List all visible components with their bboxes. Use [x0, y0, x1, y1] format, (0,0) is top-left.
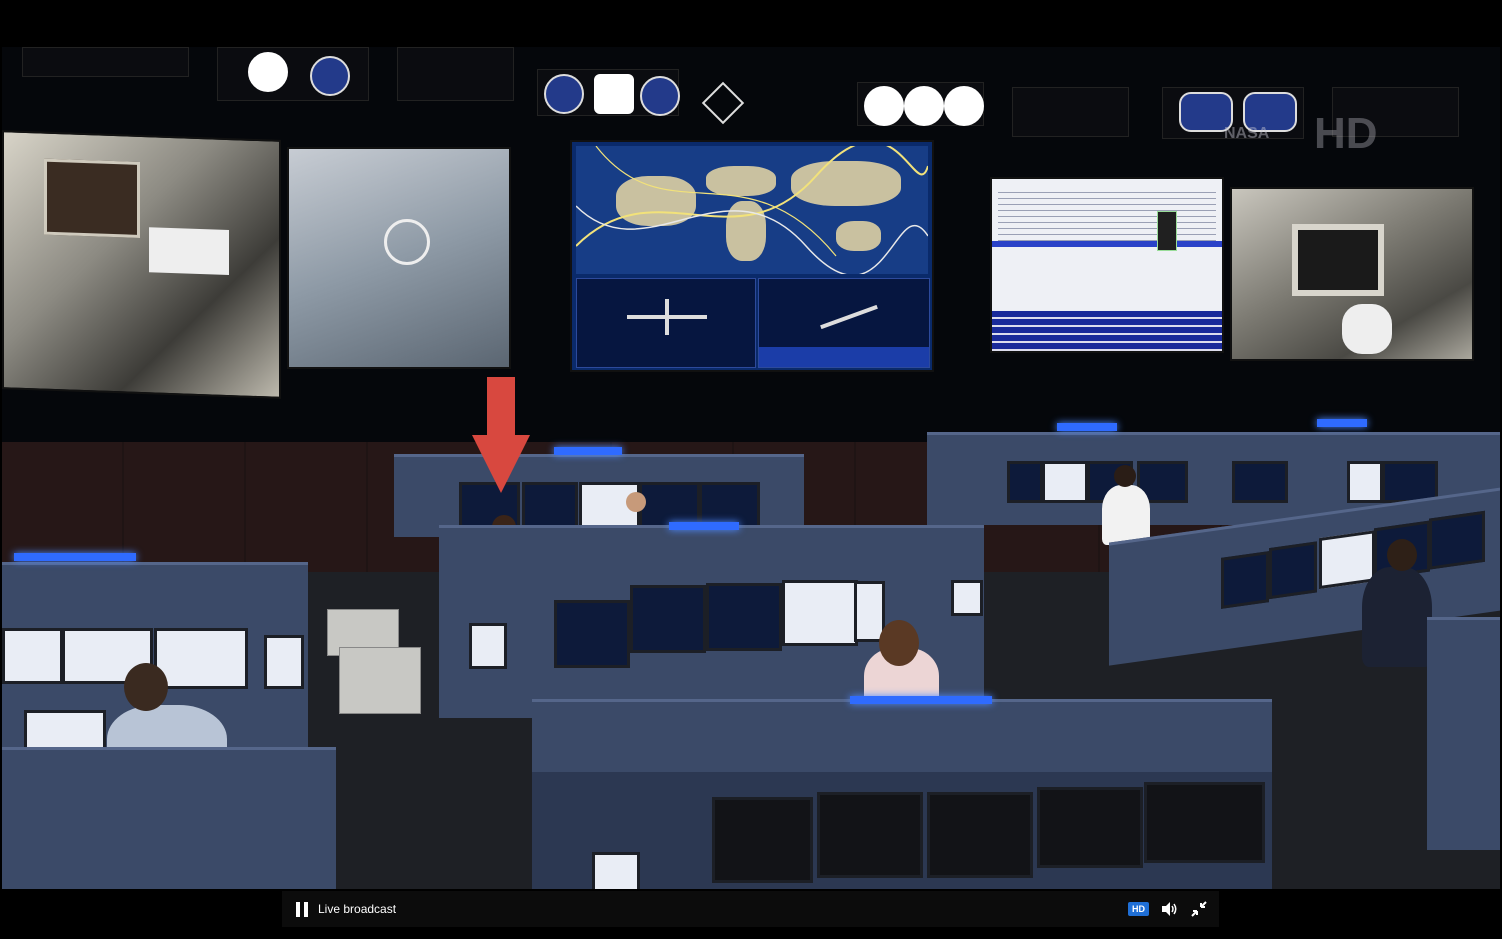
printer	[339, 647, 421, 714]
console-monitor	[1429, 510, 1485, 570]
console-monitor	[1221, 551, 1269, 609]
telemetry-data-display	[990, 177, 1224, 353]
pause-icon	[294, 901, 310, 917]
mission-patch-icon	[944, 86, 984, 126]
volume-icon	[1162, 902, 1177, 916]
console-monitor	[1144, 782, 1265, 863]
agency-logo	[310, 56, 350, 96]
console-monitor	[469, 623, 507, 669]
console-monitor	[782, 580, 858, 646]
mission-patch-icon	[904, 86, 944, 126]
video-frame: NASA HD Live broadcast HD	[0, 0, 1502, 939]
console-monitor	[817, 792, 923, 878]
timer-display-mid	[397, 47, 514, 101]
console-monitor	[1319, 530, 1375, 590]
console-monitor	[706, 583, 782, 651]
console-nameplate	[850, 696, 992, 704]
console-monitor	[712, 797, 813, 883]
console-monitor	[1232, 461, 1288, 503]
front-left-console	[2, 747, 336, 889]
pause-button[interactable]	[292, 899, 312, 919]
agency-logo	[594, 74, 634, 114]
console-monitor	[554, 600, 630, 668]
console-monitor	[630, 585, 706, 653]
operator-head	[879, 620, 919, 666]
fullscreen-exit-icon	[1191, 901, 1207, 917]
agency-logo	[640, 76, 680, 116]
console-monitor	[1042, 461, 1088, 503]
station-attitude-view-2	[758, 278, 930, 368]
console-monitor	[264, 635, 304, 689]
console-nameplate	[1057, 423, 1117, 431]
timer-display-left	[22, 47, 189, 77]
world-map	[576, 146, 928, 274]
station-attitude-view-1	[576, 278, 756, 368]
live-broadcast-label: Live broadcast	[318, 902, 397, 916]
fullscreen-button[interactable]	[1189, 899, 1209, 919]
status-gauge-icon	[1157, 211, 1177, 251]
ground-track-map-display	[570, 140, 934, 372]
console-monitor	[2, 628, 63, 684]
nasa-logo	[544, 74, 584, 114]
console-nameplate	[1317, 419, 1367, 427]
timer-display-right	[1012, 87, 1129, 137]
operator	[1362, 567, 1432, 667]
operator-head	[1114, 465, 1136, 487]
logo-board-center	[537, 69, 680, 116]
red-arrow-pointer	[487, 377, 515, 437]
volume-button[interactable]	[1159, 899, 1179, 919]
agency-logo	[248, 52, 288, 92]
console-monitor	[1037, 787, 1143, 868]
console-monitor	[1269, 541, 1317, 600]
station-camera-feed-2	[287, 147, 511, 369]
hd-quality-button[interactable]: HD	[1128, 902, 1149, 916]
front-wall: NASA HD	[2, 47, 1500, 442]
console-monitor	[592, 852, 640, 889]
console-monitor	[927, 792, 1033, 878]
console-monitor	[154, 628, 248, 689]
front-console	[532, 696, 1272, 889]
left-console-oso	[2, 553, 308, 790]
operator-head	[124, 663, 168, 711]
video-player-controls: Live broadcast HD	[282, 891, 1219, 927]
hd-watermark: HD	[1314, 109, 1378, 158]
station-camera-feed-3	[1230, 187, 1474, 361]
red-arrow-pointer-head	[472, 435, 530, 493]
nasa-watermark: NASA	[1224, 125, 1270, 142]
console-nameplate-oso	[14, 553, 136, 561]
operator	[626, 492, 646, 512]
middle-console-ise	[439, 522, 984, 718]
mission-control-logo	[701, 81, 837, 125]
far-right-console	[1427, 617, 1500, 850]
console-monitor	[1007, 461, 1043, 503]
station-camera-feed-1	[2, 130, 281, 399]
logo-board-left	[217, 47, 369, 101]
orbit-track-lines	[576, 146, 928, 274]
mission-patch-icon	[864, 86, 904, 126]
operator	[1102, 485, 1150, 545]
operator-head	[1387, 539, 1417, 571]
live-video-feed[interactable]: NASA HD	[2, 47, 1500, 889]
console-monitor	[522, 482, 578, 528]
console-nameplate-adco	[554, 447, 622, 455]
console-nameplate-ise	[669, 522, 739, 530]
console-monitor	[951, 580, 983, 616]
console-monitor	[1347, 461, 1383, 503]
logo-board-right	[857, 82, 984, 126]
